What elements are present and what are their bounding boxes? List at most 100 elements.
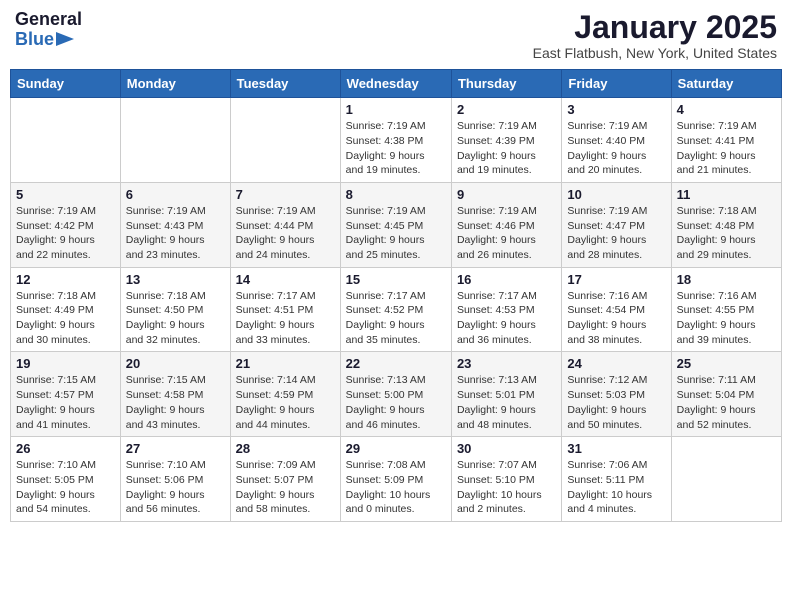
day-info: Sunrise: 7:19 AM Sunset: 4:45 PM Dayligh… [346, 204, 446, 263]
day-number: 29 [346, 441, 446, 456]
day-number: 12 [16, 272, 115, 287]
day-info: Sunrise: 7:18 AM Sunset: 4:50 PM Dayligh… [126, 289, 225, 348]
calendar-day-header: Tuesday [230, 70, 340, 98]
day-info: Sunrise: 7:19 AM Sunset: 4:43 PM Dayligh… [126, 204, 225, 263]
day-number: 5 [16, 187, 115, 202]
page-title: January 2025 [533, 10, 777, 45]
calendar-week-row: 1 Sunrise: 7:19 AM Sunset: 4:38 PM Daylig… [11, 98, 782, 183]
day-number: 21 [236, 356, 335, 371]
calendar-day-header: Wednesday [340, 70, 451, 98]
calendar-cell: 22Sunrise: 7:13 AM Sunset: 5:00 PM Dayli… [340, 352, 451, 437]
day-info: Sunrise: 7:19 AM Sunset: 4:39 PM Dayligh… [457, 119, 556, 178]
day-number: 31 [567, 441, 665, 456]
day-info: Sunrise: 7:18 AM Sunset: 4:49 PM Dayligh… [16, 289, 115, 348]
logo-text-line1: General [15, 9, 82, 29]
day-number: 25 [677, 356, 776, 371]
calendar-cell: 5 Sunrise: 7:19 AM Sunset: 4:42 PM Daylig… [11, 182, 121, 267]
day-info: Sunrise: 7:19 AM Sunset: 4:42 PM Dayligh… [16, 204, 115, 263]
calendar-cell: 31 Sunrise: 7:06 AM Sunset: 5:11 PM Dayli… [562, 437, 671, 522]
day-number: 26 [16, 441, 115, 456]
day-number: 6 [126, 187, 225, 202]
calendar-cell: 28Sunrise: 7:09 AM Sunset: 5:07 PM Dayli… [230, 437, 340, 522]
title-block: January 2025 East Flatbush, New York, Un… [533, 10, 777, 61]
day-info: Sunrise: 7:08 AM Sunset: 5:09 PM Dayligh… [346, 458, 446, 517]
day-info: Sunrise: 7:13 AM Sunset: 5:01 PM Dayligh… [457, 373, 556, 432]
day-info: Sunrise: 7:19 AM Sunset: 4:44 PM Dayligh… [236, 204, 335, 263]
calendar-cell: 18 Sunrise: 7:16 AM Sunset: 4:55 PM Dayli… [671, 267, 781, 352]
day-number: 2 [457, 102, 556, 117]
day-number: 3 [567, 102, 665, 117]
calendar-day-header: Friday [562, 70, 671, 98]
calendar-cell: 25 Sunrise: 7:11 AM Sunset: 5:04 PM Dayli… [671, 352, 781, 437]
calendar-cell: 15Sunrise: 7:17 AM Sunset: 4:52 PM Dayli… [340, 267, 451, 352]
day-info: Sunrise: 7:11 AM Sunset: 5:04 PM Dayligh… [677, 373, 776, 432]
calendar-cell: 10 Sunrise: 7:19 AM Sunset: 4:47 PM Dayli… [562, 182, 671, 267]
calendar-cell [230, 98, 340, 183]
calendar-cell: 29 Sunrise: 7:08 AM Sunset: 5:09 PM Dayli… [340, 437, 451, 522]
day-number: 4 [677, 102, 776, 117]
calendar-cell [120, 98, 230, 183]
day-number: 22 [346, 356, 446, 371]
calendar-cell: 7 Sunrise: 7:19 AM Sunset: 4:44 PM Daylig… [230, 182, 340, 267]
day-number: 17 [567, 272, 665, 287]
page-header: General Blue January 2025 East Flatbush,… [10, 10, 782, 61]
day-info: Sunrise: 7:17 AM Sunset: 4:52 PM Dayligh… [346, 289, 446, 348]
calendar-cell: 12 Sunrise: 7:18 AM Sunset: 4:49 PM Dayli… [11, 267, 121, 352]
calendar-cell: 17 Sunrise: 7:16 AM Sunset: 4:54 PM Dayli… [562, 267, 671, 352]
day-number: 11 [677, 187, 776, 202]
calendar-cell: 27Sunrise: 7:10 AM Sunset: 5:06 PM Dayli… [120, 437, 230, 522]
day-info: Sunrise: 7:09 AM Sunset: 5:07 PM Dayligh… [236, 458, 335, 517]
calendar-cell: 8 Sunrise: 7:19 AM Sunset: 4:45 PM Daylig… [340, 182, 451, 267]
day-info: Sunrise: 7:18 AM Sunset: 4:48 PM Dayligh… [677, 204, 776, 263]
day-number: 10 [567, 187, 665, 202]
day-number: 14 [236, 272, 335, 287]
calendar-cell: 14 Sunrise: 7:17 AM Sunset: 4:51 PM Dayli… [230, 267, 340, 352]
day-number: 13 [126, 272, 225, 287]
calendar-cell: 3Sunrise: 7:19 AM Sunset: 4:40 PM Daylig… [562, 98, 671, 183]
day-info: Sunrise: 7:19 AM Sunset: 4:38 PM Dayligh… [346, 119, 446, 178]
day-number: 7 [236, 187, 335, 202]
day-info: Sunrise: 7:14 AM Sunset: 4:59 PM Dayligh… [236, 373, 335, 432]
day-info: Sunrise: 7:19 AM Sunset: 4:46 PM Dayligh… [457, 204, 556, 263]
calendar-cell: 21 Sunrise: 7:14 AM Sunset: 4:59 PM Dayli… [230, 352, 340, 437]
day-number: 18 [677, 272, 776, 287]
logo: General Blue [15, 10, 82, 48]
day-info: Sunrise: 7:06 AM Sunset: 5:11 PM Dayligh… [567, 458, 665, 517]
calendar-day-header: Saturday [671, 70, 781, 98]
calendar-cell: 26 Sunrise: 7:10 AM Sunset: 5:05 PM Dayli… [11, 437, 121, 522]
calendar-day-header: Sunday [11, 70, 121, 98]
day-info: Sunrise: 7:12 AM Sunset: 5:03 PM Dayligh… [567, 373, 665, 432]
day-info: Sunrise: 7:10 AM Sunset: 5:05 PM Dayligh… [16, 458, 115, 517]
calendar-cell [11, 98, 121, 183]
day-info: Sunrise: 7:07 AM Sunset: 5:10 PM Dayligh… [457, 458, 556, 517]
calendar-week-row: 5 Sunrise: 7:19 AM Sunset: 4:42 PM Daylig… [11, 182, 782, 267]
day-number: 20 [126, 356, 225, 371]
calendar-day-header: Thursday [451, 70, 561, 98]
calendar-cell: 11 Sunrise: 7:18 AM Sunset: 4:48 PM Dayli… [671, 182, 781, 267]
day-number: 23 [457, 356, 556, 371]
logo-arrow-icon [56, 32, 74, 46]
calendar-week-row: 12 Sunrise: 7:18 AM Sunset: 4:49 PM Dayli… [11, 267, 782, 352]
day-number: 19 [16, 356, 115, 371]
day-number: 24 [567, 356, 665, 371]
day-info: Sunrise: 7:17 AM Sunset: 4:53 PM Dayligh… [457, 289, 556, 348]
day-info: Sunrise: 7:17 AM Sunset: 4:51 PM Dayligh… [236, 289, 335, 348]
day-number: 1 [346, 102, 446, 117]
calendar-cell: 24 Sunrise: 7:12 AM Sunset: 5:03 PM Dayli… [562, 352, 671, 437]
calendar-cell: 6 Sunrise: 7:19 AM Sunset: 4:43 PM Daylig… [120, 182, 230, 267]
logo-text-line2: Blue [15, 30, 54, 48]
day-number: 27 [126, 441, 225, 456]
day-info: Sunrise: 7:15 AM Sunset: 4:58 PM Dayligh… [126, 373, 225, 432]
day-number: 9 [457, 187, 556, 202]
calendar-cell: 30Sunrise: 7:07 AM Sunset: 5:10 PM Dayli… [451, 437, 561, 522]
calendar-day-header: Monday [120, 70, 230, 98]
day-info: Sunrise: 7:16 AM Sunset: 4:55 PM Dayligh… [677, 289, 776, 348]
calendar-cell: 2 Sunrise: 7:19 AM Sunset: 4:39 PM Daylig… [451, 98, 561, 183]
day-info: Sunrise: 7:16 AM Sunset: 4:54 PM Dayligh… [567, 289, 665, 348]
day-info: Sunrise: 7:19 AM Sunset: 4:47 PM Dayligh… [567, 204, 665, 263]
calendar-cell: 1 Sunrise: 7:19 AM Sunset: 4:38 PM Daylig… [340, 98, 451, 183]
day-number: 16 [457, 272, 556, 287]
calendar-cell: 13 Sunrise: 7:18 AM Sunset: 4:50 PM Dayli… [120, 267, 230, 352]
calendar-cell: 9 Sunrise: 7:19 AM Sunset: 4:46 PM Daylig… [451, 182, 561, 267]
day-number: 8 [346, 187, 446, 202]
